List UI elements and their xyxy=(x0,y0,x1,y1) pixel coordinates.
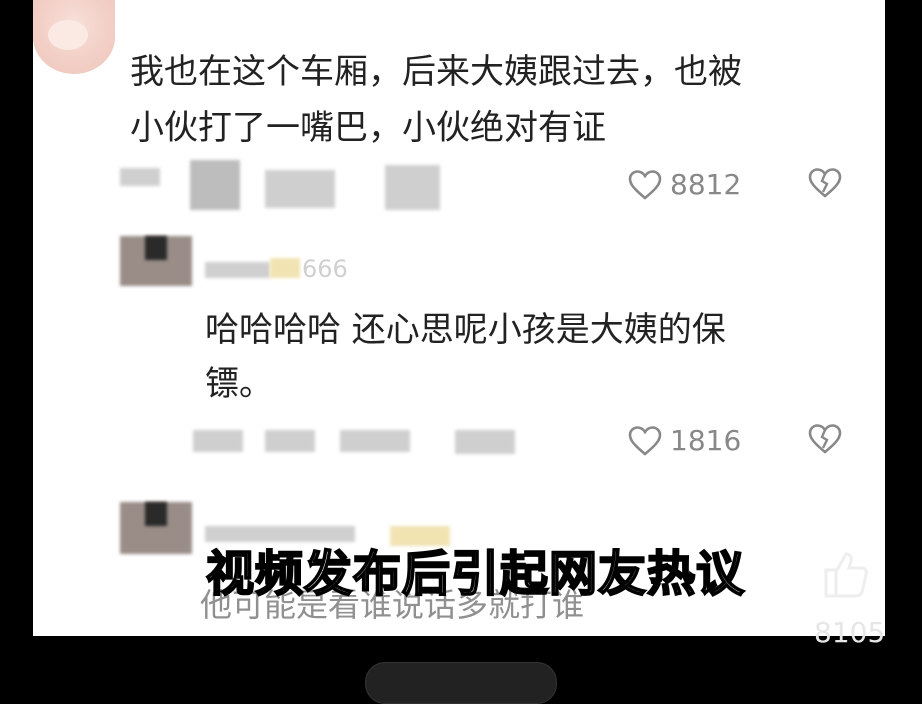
thumb-up-icon xyxy=(820,548,870,600)
video-like-count: 8105 xyxy=(814,616,886,649)
like-button[interactable]: 8812 xyxy=(628,168,741,201)
blurred-meta xyxy=(340,430,410,452)
blurred-meta xyxy=(265,430,315,452)
video-subtitle: 视频发布后引起网友热议 xyxy=(205,545,746,603)
dislike-button[interactable] xyxy=(808,168,842,198)
bottom-control-pill[interactable] xyxy=(365,662,557,704)
blurred-reply[interactable] xyxy=(455,430,515,454)
blurred-meta xyxy=(193,430,243,452)
like-button[interactable]: 1816 xyxy=(628,424,741,457)
blurred-meta xyxy=(265,170,335,208)
broken-heart-icon xyxy=(808,424,842,454)
avatar-face xyxy=(48,20,88,50)
blurred-reply[interactable] xyxy=(385,165,440,210)
comment-1-line-1: 我也在这个车厢，后来大姨跟过去，也被 xyxy=(130,52,742,92)
heart-outline-icon xyxy=(628,425,662,456)
dislike-button[interactable] xyxy=(808,424,842,454)
comment-2-line-2: 镖。 xyxy=(205,364,273,404)
avatar-detail xyxy=(145,236,167,260)
comment-1-line-2: 小伙打了一嘴巴，小伙绝对有证 xyxy=(130,108,606,148)
avatar-detail xyxy=(145,502,167,526)
broken-heart-icon xyxy=(808,168,842,198)
comment-2-line-1: 哈哈哈哈 还心思呢小孩是大姨的保 xyxy=(205,310,726,350)
like-count: 8812 xyxy=(670,168,742,201)
heart-outline-icon xyxy=(628,169,662,200)
like-count: 1816 xyxy=(670,424,742,457)
blurred-meta xyxy=(190,160,240,210)
blurred-username[interactable] xyxy=(205,262,270,278)
blurred-meta xyxy=(120,168,160,186)
username-suffix: 666 xyxy=(302,255,348,283)
blurred-badge xyxy=(270,258,300,278)
